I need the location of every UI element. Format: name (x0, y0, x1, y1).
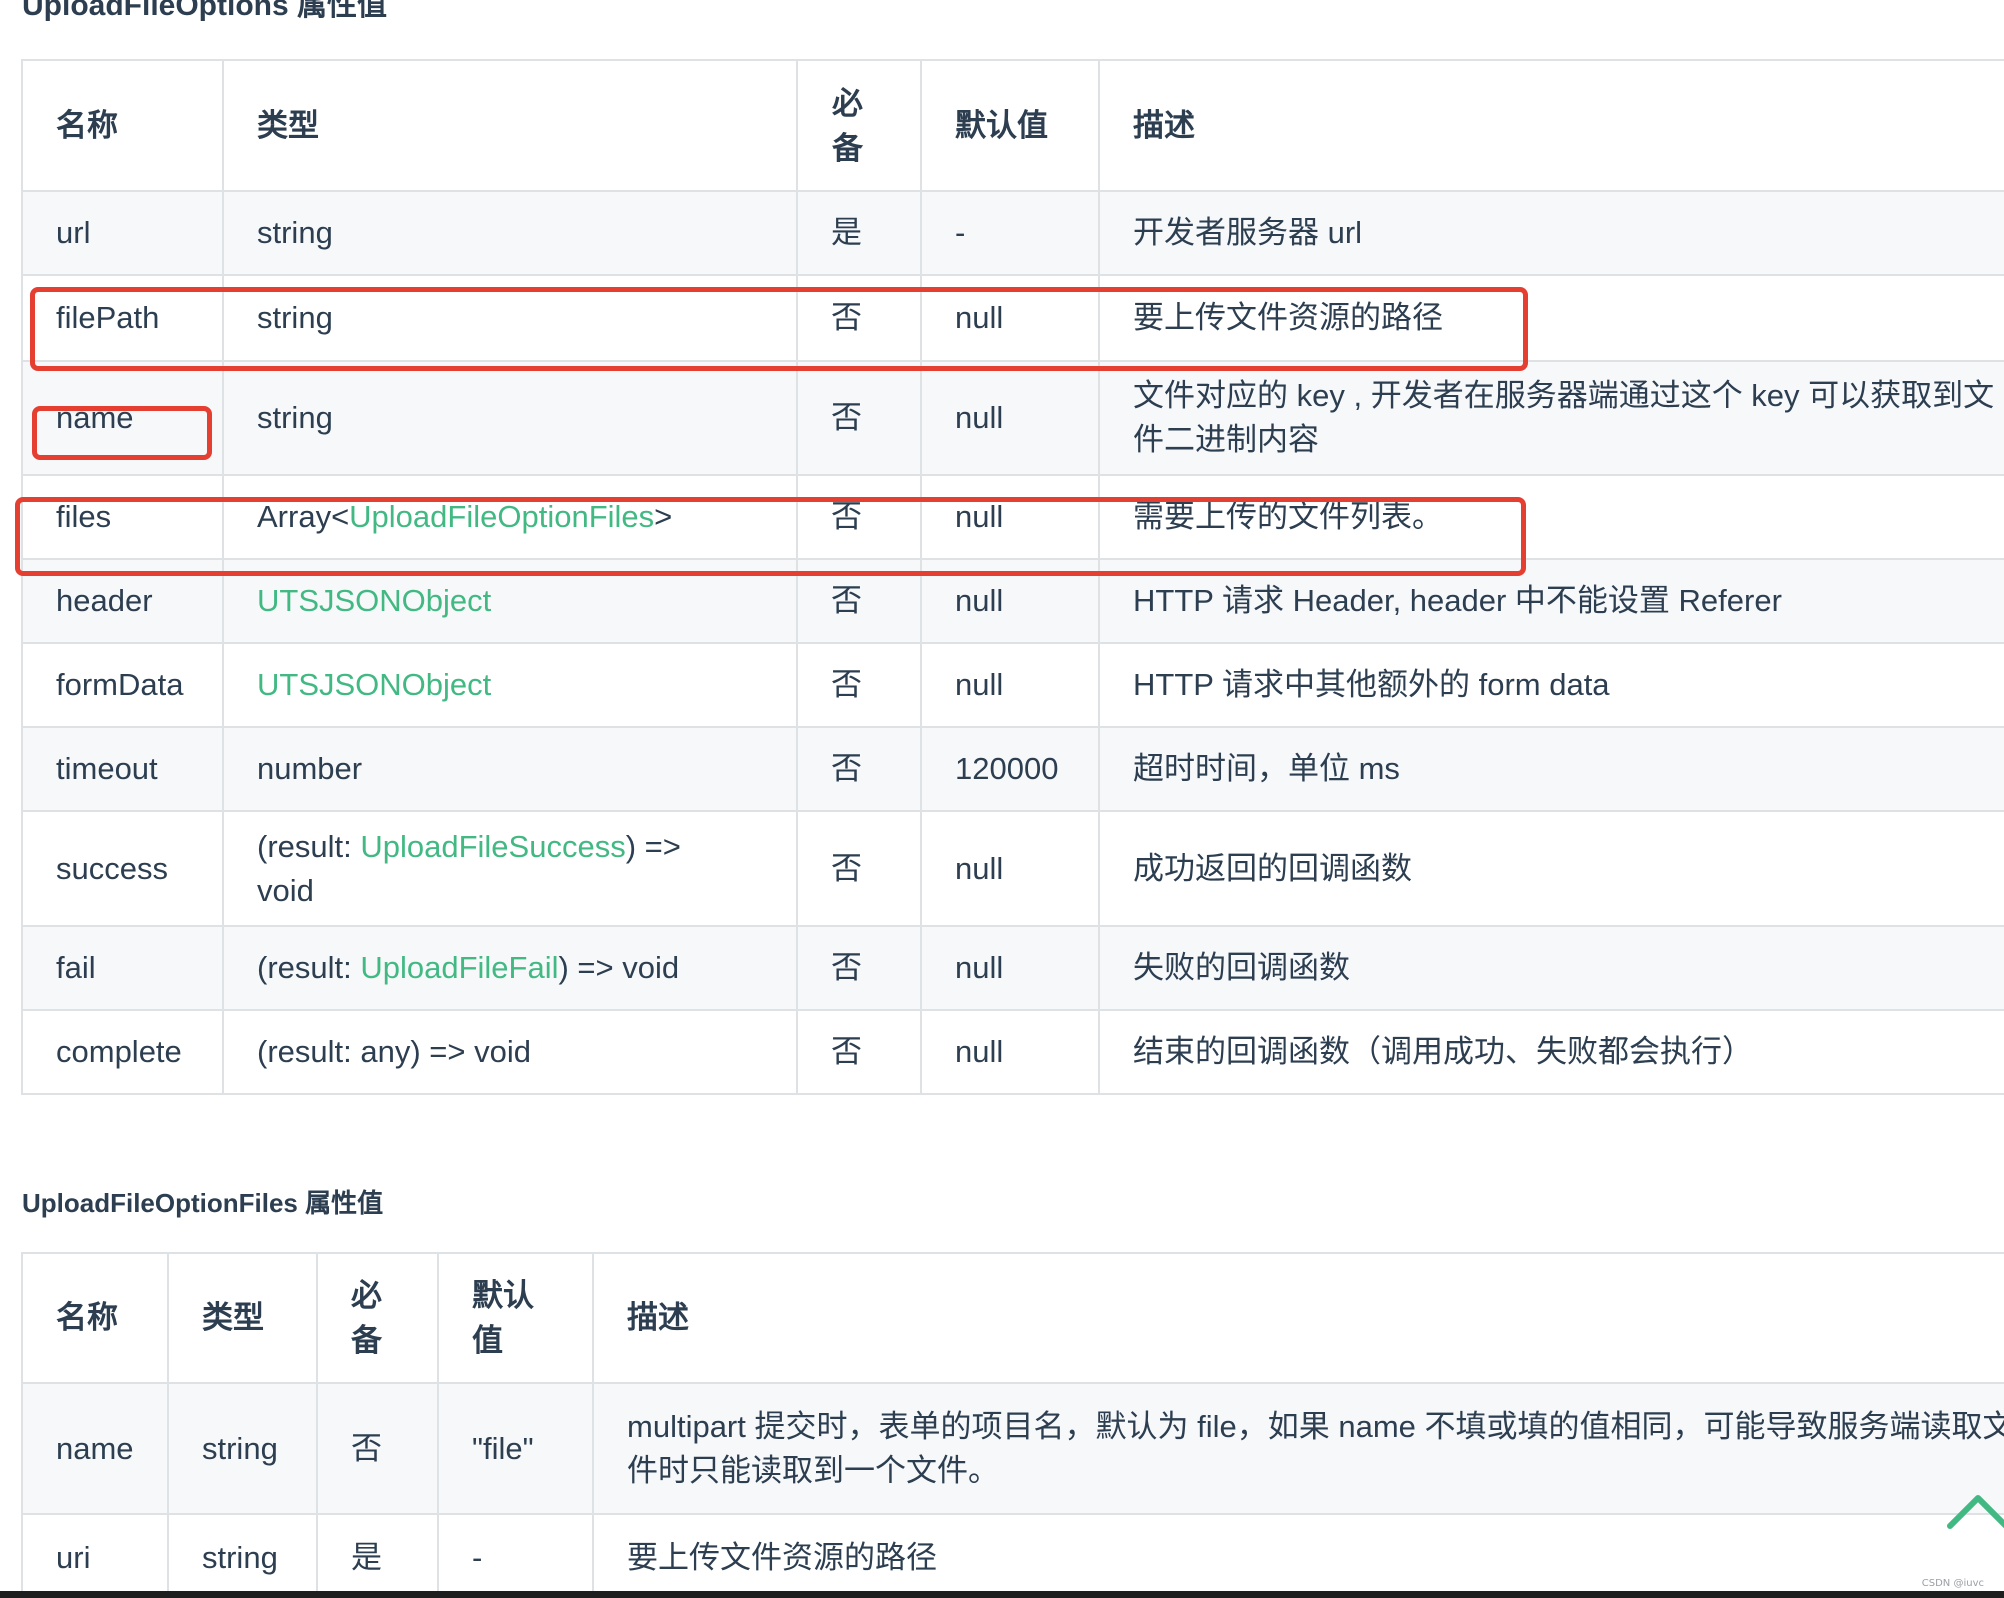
table-header-row: 名称 类型 必备 默认值 描述 (21, 1252, 2004, 1384)
section-title-upload-file-option-files: UploadFileOptionFiles 属性值 (22, 1188, 384, 1218)
doc-page: UploadFileOptions 属性值 名称 类型 必备 默认值 描述 ur… (0, 0, 2004, 1598)
header-default: 默认值 (920, 59, 1100, 192)
table-row: url string 是 - 开发者服务器 url (21, 190, 2004, 276)
cell-default: null (920, 360, 1100, 476)
table-header-row: 名称 类型 必备 默认值 描述 (21, 59, 2004, 192)
section-title-upload-file-options: UploadFileOptions 属性值 (22, 0, 387, 22)
chevron-up-icon (1947, 1495, 2004, 1529)
cell-name: header (21, 558, 224, 644)
cell-type: UTSJSONObject (222, 558, 798, 644)
cell-description: 要上传文件资源的路径 (1098, 274, 2004, 362)
cell-description: multipart 提交时，表单的项目名，默认为 file，如果 name 不填… (592, 1382, 2004, 1515)
cell-default: 120000 (920, 726, 1100, 812)
cell-required: 否 (316, 1382, 439, 1515)
cell-default: null (920, 642, 1100, 728)
header-required: 必备 (796, 59, 922, 192)
cell-name: name (21, 1382, 169, 1515)
table-row: success (result: UploadFileSuccess) => vo… (21, 810, 2004, 927)
cell-type: number (222, 726, 798, 812)
cell-name: success (21, 810, 224, 927)
cell-type: string (167, 1382, 318, 1515)
type-link[interactable]: UploadFileFail (360, 950, 558, 985)
header-type: 类型 (167, 1252, 318, 1384)
table-row: files Array<UploadFileOptionFiles> 否 null 需要… (21, 474, 2004, 560)
cell-default: null (920, 925, 1100, 1011)
header-type: 类型 (222, 59, 798, 192)
cell-required: 否 (796, 1009, 922, 1095)
cell-name: filePath (21, 274, 224, 362)
cell-default: null (920, 1009, 1100, 1095)
watermark: CSDN @iuvc (1921, 1578, 1984, 1589)
type-link[interactable]: UploadFileOptionFiles (349, 499, 654, 534)
cell-required: 否 (796, 474, 922, 560)
cell-required: 否 (796, 360, 922, 476)
cell-required: 否 (796, 810, 922, 927)
cell-required: 否 (796, 726, 922, 812)
type-link[interactable]: UTSJSONObject (257, 667, 491, 702)
cell-name: url (21, 190, 224, 276)
cell-type: Array<UploadFileOptionFiles> (222, 474, 798, 560)
header-description: 描述 (1098, 59, 2004, 192)
cell-default: null (920, 558, 1100, 644)
table-row: filePath string 否 null 要上传文件资源的路径 (21, 274, 2004, 362)
cell-required: 是 (796, 190, 922, 276)
cell-description: 文件对应的 key , 开发者在服务器端通过这个 key 可以获取到文件二进制内… (1098, 360, 2004, 476)
header-name: 名称 (21, 1252, 169, 1384)
table-row: name string 否 "file" multipart 提交时，表单的项目名，默认… (21, 1382, 2004, 1515)
table-row: formData UTSJSONObject 否 null HTTP 请求中其他额外的 … (21, 642, 2004, 728)
cell-name: name (21, 360, 224, 476)
header-required: 必备 (316, 1252, 439, 1384)
table-row: name string 否 null 文件对应的 key , 开发者在服务器端通过这个 … (21, 360, 2004, 476)
cell-description: HTTP 请求中其他额外的 form data (1098, 642, 2004, 728)
cell-description: 需要上传的文件列表。 (1098, 474, 2004, 560)
upload-file-options-table: 名称 类型 必备 默认值 描述 url string 是 - 开发者服务器 url fil… (21, 59, 2004, 1095)
cell-required: 是 (316, 1513, 439, 1598)
cell-type: (result: UploadFileFail) => void (222, 925, 798, 1011)
cell-default: - (920, 190, 1100, 276)
cell-default: null (920, 810, 1100, 927)
cell-default: null (920, 274, 1100, 362)
type-link[interactable]: UploadFileSuccess (360, 829, 625, 864)
cell-name: formData (21, 642, 224, 728)
cell-default: null (920, 474, 1100, 560)
cell-default: "file" (437, 1382, 594, 1515)
cell-description: 结束的回调函数（调用成功、失败都会执行） (1098, 1009, 2004, 1095)
cell-type: (result: any) => void (222, 1009, 798, 1095)
cell-description: 失败的回调函数 (1098, 925, 2004, 1011)
header-description: 描述 (592, 1252, 2004, 1384)
table-row: header UTSJSONObject 否 null HTTP 请求 Header, … (21, 558, 2004, 644)
table-row: complete (result: any) => void 否 null 结束的回调函… (21, 1009, 2004, 1095)
bottom-bar (0, 1591, 2004, 1598)
cell-description: 开发者服务器 url (1098, 190, 2004, 276)
cell-required: 否 (796, 642, 922, 728)
cell-description: 要上传文件资源的路径 (592, 1513, 2004, 1598)
cell-required: 否 (796, 558, 922, 644)
cell-name: uri (21, 1513, 169, 1598)
back-to-top-button[interactable] (1946, 1490, 2004, 1530)
type-link[interactable]: UTSJSONObject (257, 583, 491, 618)
cell-description: 超时时间，单位 ms (1098, 726, 2004, 812)
cell-type: (result: UploadFileSuccess) => void (222, 810, 798, 927)
cell-type: string (222, 274, 798, 362)
cell-default: - (437, 1513, 594, 1598)
table-row: fail (result: UploadFileFail) => void 否 nul… (21, 925, 2004, 1011)
table-row: timeout number 否 120000 超时时间，单位 ms (21, 726, 2004, 812)
header-name: 名称 (21, 59, 224, 192)
cell-type: UTSJSONObject (222, 642, 798, 728)
cell-type: string (222, 360, 798, 476)
cell-type: string (167, 1513, 318, 1598)
cell-required: 否 (796, 274, 922, 362)
header-default: 默认值 (437, 1252, 594, 1384)
upload-file-option-files-table: 名称 类型 必备 默认值 描述 name string 否 "file" multipa… (21, 1252, 2004, 1598)
cell-name: fail (21, 925, 224, 1011)
cell-name: files (21, 474, 224, 560)
cell-required: 否 (796, 925, 922, 1011)
cell-name: timeout (21, 726, 224, 812)
cell-description: HTTP 请求 Header, header 中不能设置 Referer (1098, 558, 2004, 644)
table-row: uri string 是 - 要上传文件资源的路径 (21, 1513, 2004, 1598)
cell-type: string (222, 190, 798, 276)
cell-name: complete (21, 1009, 224, 1095)
cell-description: 成功返回的回调函数 (1098, 810, 2004, 927)
